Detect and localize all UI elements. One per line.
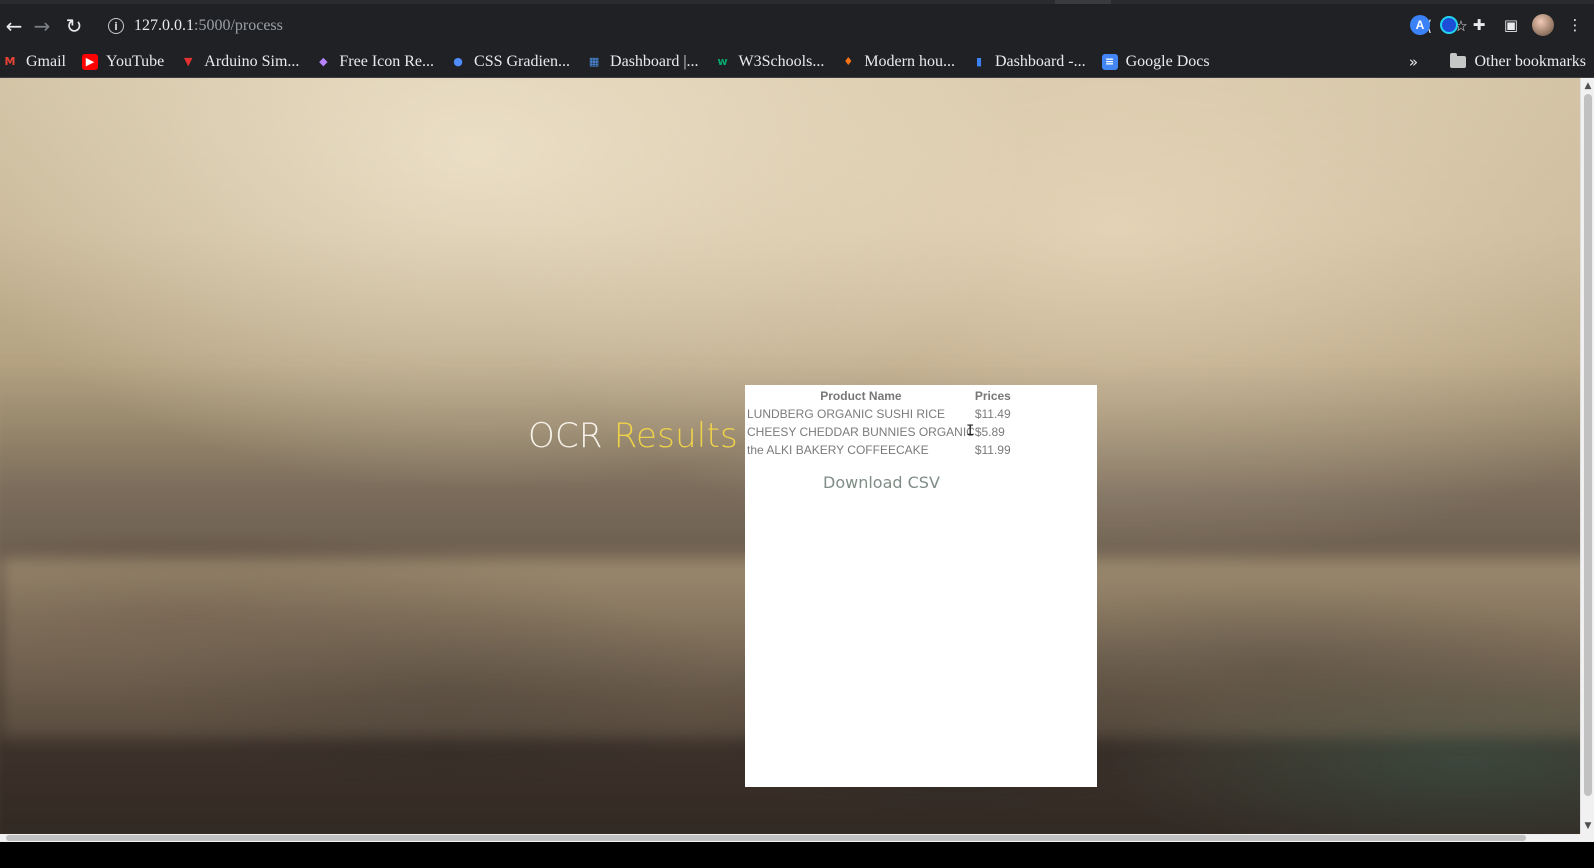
side-panel-icon[interactable]: ▣	[1500, 14, 1522, 36]
product-name-cell: LUNDBERG ORGANIC SUSHI RICE	[747, 407, 946, 421]
extension-a-icon[interactable]: A	[1410, 15, 1430, 35]
bookmark-label: CSS Gradien...	[474, 52, 571, 70]
youtube-icon: ▶	[82, 53, 98, 70]
table-row: the ALKI BAKERY COFFEECAKE $11.99	[747, 441, 1019, 459]
column-header: Product Name	[820, 389, 902, 403]
os-taskbar	[0, 842, 1594, 868]
bookmark-item[interactable]: ◆ Free Icon Re...	[315, 53, 434, 71]
bookmark-label: Dashboard |...	[610, 52, 699, 70]
database-icon: ▮	[975, 55, 983, 68]
vertical-scroll-thumb[interactable]	[1584, 94, 1592, 796]
price-cell: $11.99	[974, 443, 1011, 457]
flaticon-icon: ◆	[319, 55, 328, 68]
arrow-right-icon: →	[33, 14, 51, 38]
horizontal-scroll-thumb[interactable]	[6, 835, 1526, 841]
bookmark-label: Gmail	[26, 52, 66, 70]
column-header: Prices	[974, 389, 1011, 403]
info-icon[interactable]: i	[108, 18, 124, 34]
table-row: LUNDBERG ORGANIC SUSHI RICE $11.49	[747, 405, 1019, 423]
price-cell: $11.49	[974, 407, 1011, 421]
arrow-left-icon: ←	[5, 14, 23, 38]
page-viewport: OCR Results Product Name Prices LUNDBERG…	[0, 78, 1594, 834]
arduino-icon: ▼	[184, 55, 193, 68]
text-cursor-icon: I	[966, 423, 975, 439]
forward-button[interactable]: →	[28, 12, 56, 40]
product-name-cell: the ALKI BAKERY COFFEECAKE	[747, 443, 929, 457]
other-bookmarks-label: Other bookmarks	[1474, 52, 1586, 70]
results-card: Product Name Prices LUNDBERG ORGANIC SUS…	[745, 385, 1097, 787]
scroll-down-icon[interactable]: ▼	[1583, 821, 1593, 831]
reload-icon: ↻	[65, 14, 83, 38]
scroll-up-icon[interactable]: ▲	[1583, 81, 1593, 91]
title-accent: Results	[613, 416, 738, 456]
back-button[interactable]: ←	[0, 12, 28, 40]
gmail-icon: M	[4, 55, 16, 68]
extension-b-icon[interactable]	[1440, 16, 1458, 34]
results-table: Product Name Prices LUNDBERG ORGANIC SUS…	[747, 387, 1019, 459]
bookmark-label: YouTube	[106, 52, 165, 70]
vertical-scrollbar[interactable]: ▲ ▼	[1580, 78, 1594, 834]
other-bookmarks[interactable]: Other bookmarks	[1450, 52, 1586, 71]
bookmark-label: Modern hou...	[864, 52, 955, 70]
bookmark-item[interactable]: ≡ Google Docs	[1101, 52, 1210, 71]
reload-button[interactable]: ↻	[60, 12, 88, 40]
product-name-cell: CHEESY CHEDDAR BUNNIES ORGANIC	[747, 425, 975, 439]
bookmark-label: Dashboard -...	[994, 52, 1086, 70]
url-host: 127.0.0.1	[134, 17, 194, 34]
modern-house-icon: ♦	[843, 55, 854, 68]
url-path: :5000/process	[194, 17, 283, 34]
bookmark-item[interactable]: ● CSS Gradien...	[450, 53, 570, 71]
bookmark-item[interactable]: ▮ Dashboard -...	[971, 53, 1086, 71]
price-cell: $5.89	[974, 425, 1005, 439]
dashboard-icon: ▦	[588, 55, 600, 68]
browser-window: ← → ↻ i 127.0.0.1:5000/process ⟨ ☆ A ✚ ▣…	[0, 0, 1594, 868]
browser-toolbar: ← → ↻ i 127.0.0.1:5000/process ⟨ ☆ A ✚ ▣…	[0, 0, 1594, 46]
toolbar-right-icons: A ✚ ▣ ⋮	[1410, 14, 1586, 36]
table-header-row: Product Name Prices	[747, 387, 1019, 405]
extensions-puzzle-icon[interactable]: ✚	[1468, 14, 1490, 36]
tab-strip-accent	[1055, 0, 1111, 4]
bookmark-label: Google Docs	[1125, 52, 1210, 70]
horizontal-scrollbar[interactable]	[0, 834, 1594, 842]
bookmark-label: Free Icon Re...	[339, 52, 435, 70]
address-bar[interactable]: i 127.0.0.1:5000/process ⟨ ☆	[98, 10, 1480, 42]
profile-avatar[interactable]	[1532, 14, 1554, 36]
bookmark-item[interactable]: ♦ Modern hou...	[840, 53, 955, 71]
w3schools-icon: w	[717, 55, 728, 68]
title-main: OCR	[528, 416, 614, 456]
bookmark-item[interactable]: M Gmail	[2, 53, 66, 71]
bookmark-label: Arduino Sim...	[204, 52, 300, 70]
bookmark-item[interactable]: w W3Schools...	[715, 52, 825, 71]
bookmark-item[interactable]: ▼ Arduino Sim...	[180, 53, 299, 71]
page-title: OCR Results	[528, 416, 738, 456]
bookmark-item[interactable]: ▶ YouTube	[82, 53, 164, 71]
bookmark-item[interactable]: ▦ Dashboard |...	[586, 53, 699, 71]
folder-icon	[1450, 52, 1467, 68]
bookmarks-overflow-chevron[interactable]: »	[1409, 53, 1418, 71]
bookmarks-bar: M Gmail ▶ YouTube ▼ Arduino Sim... ◆ Free Icon …	[0, 46, 1594, 78]
google-docs-icon: ≡	[1101, 53, 1118, 70]
css-gradient-icon: ●	[453, 55, 463, 68]
download-csv-link[interactable]: Download CSV	[823, 473, 1095, 492]
table-row: CHEESY CHEDDAR BUNNIES ORGANIC $5.89	[747, 423, 1019, 441]
bookmark-label: W3Schools...	[738, 52, 825, 70]
menu-kebab-icon[interactable]: ⋮	[1564, 14, 1586, 36]
